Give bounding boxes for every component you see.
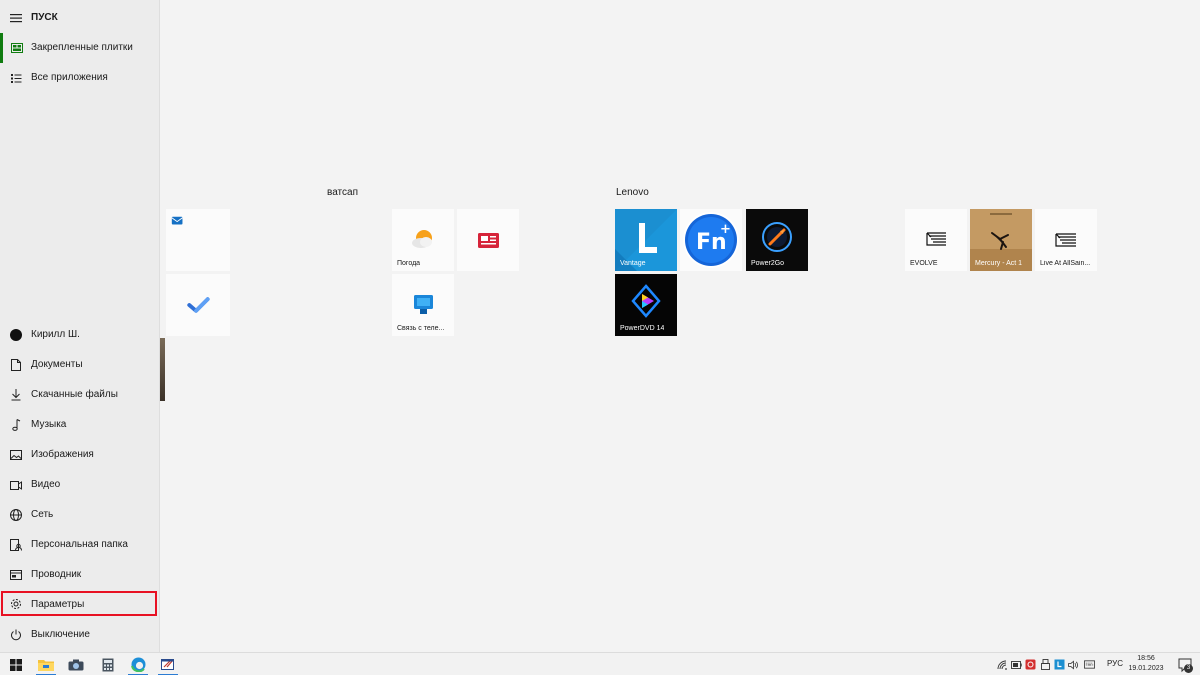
rail-item-label: Кирилл Ш. (31, 329, 80, 340)
start-menu: ПУСК Закрепленные плитки Все приложения … (0, 0, 1200, 652)
clock-time[interactable]: 18:56 (1128, 655, 1164, 662)
taskbar-calculator[interactable] (94, 653, 122, 675)
notification-center-button[interactable]: 3 (1176, 656, 1194, 674)
taskbar-file-explorer[interactable] (32, 653, 60, 675)
tile-power2go[interactable]: Power2Go (746, 209, 808, 271)
rail-item-label: Выключение (31, 629, 90, 640)
partial-image-tile (160, 338, 165, 401)
rail-item-documents[interactable]: Документы (0, 350, 160, 380)
rail-item-label: Закрепленные плитки (31, 42, 133, 53)
tile-caption: Vantage (620, 260, 646, 267)
folder-icon (38, 660, 54, 671)
usb-device-icon[interactable] (1040, 659, 1051, 670)
taskbar-edge[interactable] (124, 653, 152, 675)
rail-item-music[interactable]: Музыка (0, 410, 160, 440)
tile-evolve[interactable]: EVOLVE (905, 209, 967, 271)
taskbar: РУС 18:56 19.01.2023 3 (0, 652, 1200, 675)
battery-icon[interactable] (1011, 659, 1022, 670)
person-folder-icon (9, 538, 23, 552)
rail-item-network[interactable]: Сеть (0, 500, 160, 530)
rail-item-settings[interactable]: Параметры (1, 591, 157, 616)
tile-caption: PowerDVD 14 (620, 325, 665, 332)
rail-item-explorer[interactable]: Проводник (0, 560, 160, 590)
calculator-icon (102, 658, 114, 671)
input-language[interactable]: РУС (1107, 659, 1123, 668)
rail-item-label: Документы (31, 359, 83, 370)
rail-item-user[interactable]: Кирилл Ш. (0, 320, 160, 350)
power-icon (9, 628, 23, 642)
tile-fn-hotkeys[interactable]: Fn + (680, 209, 742, 271)
keyboard-icon[interactable] (1084, 659, 1095, 670)
taskbar-camera[interactable] (62, 653, 90, 675)
tile-news[interactable] (457, 209, 519, 271)
tile-mail[interactable] (166, 209, 230, 271)
group-title-whatsapp[interactable]: ватсап (327, 187, 358, 198)
file-explorer-icon (9, 568, 23, 582)
video-icon (9, 478, 23, 492)
rail-item-label: Изображения (31, 449, 94, 460)
tile-phone-link[interactable]: Связь с теле... (392, 274, 454, 336)
start-left-rail: ПУСК Закрепленные плитки Все приложения … (0, 0, 160, 652)
tile-live-allsaints[interactable]: Live At AllSain... (1035, 209, 1097, 271)
tiles-grid-icon (10, 41, 24, 55)
rail-item-label: Все приложения (31, 72, 108, 83)
tile-todo[interactable] (166, 274, 230, 336)
rail-item-label: Проводник (31, 569, 82, 580)
document-icon (9, 358, 23, 372)
rail-item-power[interactable]: Выключение (0, 620, 160, 650)
windows-logo-icon (10, 658, 22, 671)
rail-item-all-apps[interactable]: Все приложения (0, 63, 160, 93)
clock-date[interactable]: 19.01.2023 (1128, 665, 1164, 672)
rail-item-downloads[interactable]: Скачанные файлы (0, 380, 160, 410)
mail-icon (171, 216, 183, 225)
tile-caption: EVOLVE (910, 260, 938, 267)
user-avatar-icon (9, 328, 23, 342)
group-title-lenovo[interactable]: Lenovo (616, 187, 649, 198)
rail-item-label: Параметры (31, 599, 85, 610)
tile-caption: Связь с теле... (397, 325, 445, 332)
tile-caption: Mercury - Act 1 (975, 260, 1023, 267)
news-icon (478, 233, 499, 248)
tile-mercury[interactable]: Mercury - Act 1 (970, 209, 1032, 271)
camera-icon (68, 659, 84, 670)
rail-item-pictures[interactable]: Изображения (0, 440, 160, 470)
rail-item-label: Музыка (31, 419, 67, 430)
tile-caption: Live At AllSain... (1040, 260, 1091, 267)
tile-caption: Погода (397, 260, 421, 267)
svg-text:+: + (720, 222, 731, 237)
start-title-label: ПУСК (31, 12, 58, 23)
image-icon (9, 448, 23, 462)
list-icon (9, 71, 23, 85)
tile-caption: Power2Go (751, 260, 785, 267)
notification-count: 3 (1184, 664, 1193, 673)
lenovo-vantage-tray-icon[interactable] (1054, 659, 1065, 670)
snipping-tool-icon (160, 658, 174, 670)
volume-icon[interactable] (1068, 659, 1079, 670)
tile-vantage[interactable]: Vantage (615, 209, 677, 271)
fn-plus-icon: Fn + (683, 212, 739, 268)
rail-item-personal-folder[interactable]: Персональная папка (0, 530, 160, 560)
antivirus-icon[interactable] (1025, 659, 1036, 670)
tile-powerdvd[interactable]: PowerDVD 14 (615, 274, 677, 336)
wifi-icon[interactable] (997, 659, 1008, 670)
hamburger-menu-icon (9, 11, 23, 25)
start-button[interactable] (2, 653, 30, 675)
start-title-button[interactable]: ПУСК (0, 3, 160, 33)
rail-item-label: Скачанные файлы (31, 389, 118, 400)
rail-item-label: Персональная папка (31, 539, 128, 550)
music-note-icon (9, 418, 23, 432)
tile-weather[interactable]: Погода (392, 209, 454, 271)
download-icon (9, 388, 23, 402)
rail-item-pinned-tiles[interactable]: Закрепленные плитки (0, 33, 160, 63)
taskbar-snipping-tool[interactable] (154, 653, 182, 675)
globe-icon (9, 508, 23, 522)
rail-item-label: Сеть (31, 509, 54, 520)
gear-icon (9, 597, 23, 611)
edge-browser-icon (130, 657, 145, 672)
checkmark-icon (187, 297, 210, 313)
rail-item-videos[interactable]: Видео (0, 470, 160, 500)
rail-item-label: Видео (31, 479, 61, 490)
